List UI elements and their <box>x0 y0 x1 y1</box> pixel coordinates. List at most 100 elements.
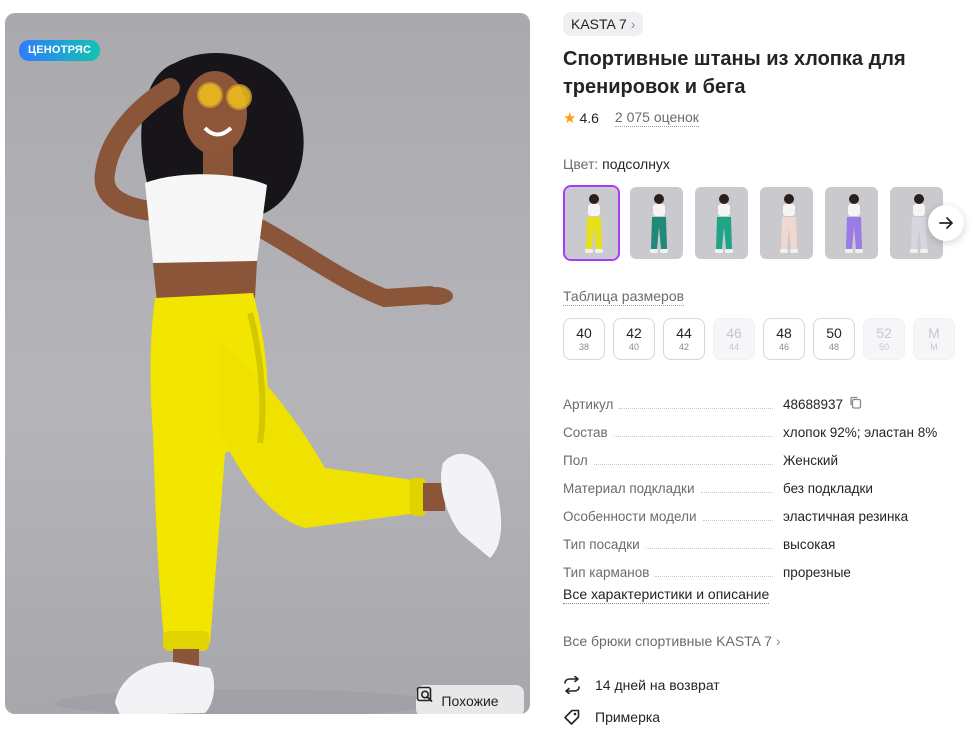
size-ru-label: 44 <box>728 342 739 352</box>
size-option[interactable]: 48 46 <box>763 318 805 360</box>
spec-row: Тип посадки высокая <box>563 530 943 558</box>
spec-value: без подкладки <box>783 481 873 496</box>
feature-return-label: 14 дней на возврат <box>595 677 720 693</box>
size-label: 44 <box>676 325 692 341</box>
color-thumbnail[interactable] <box>758 185 815 261</box>
reviews-link[interactable]: 2 075 оценок <box>614 109 699 127</box>
spec-row: Тип карманов прорезные <box>563 558 943 586</box>
similar-button[interactable]: Похожие <box>416 685 524 714</box>
spec-value-label: без подкладки <box>783 480 873 496</box>
color-thumbnail-image <box>825 187 878 259</box>
feature-fitting: Примерка <box>563 708 660 726</box>
spec-key: Состав <box>563 425 783 440</box>
spec-value-label: 48688937 <box>783 396 844 412</box>
color-thumbnail-image <box>630 187 683 259</box>
brand-name: KASTA 7 <box>571 16 627 32</box>
dotted-leader <box>619 407 773 409</box>
size-ru-label: M <box>930 342 938 352</box>
color-thumbnail[interactable] <box>628 185 685 261</box>
size-label: M <box>928 325 940 341</box>
size-ru-label: 38 <box>578 342 589 352</box>
size-label: 52 <box>876 325 892 341</box>
product-photo[interactable]: ЦЕНОТРЯС Похожие <box>5 13 530 714</box>
arrow-right-icon <box>939 217 953 229</box>
size-option[interactable]: 44 42 <box>663 318 705 360</box>
color-thumbnail-image <box>760 187 813 259</box>
star-icon: ★ <box>563 110 577 127</box>
spec-value: 48688937 <box>783 396 862 412</box>
color-thumbnail-image <box>695 187 748 259</box>
spec-key-label: Состав <box>563 424 608 440</box>
spec-key-label: Артикул <box>563 396 614 412</box>
size-label: 48 <box>776 325 792 341</box>
spec-key: Тип карманов <box>563 565 783 580</box>
size-label: 40 <box>576 325 592 341</box>
spec-value-label: Женский <box>783 452 839 468</box>
size-label: 50 <box>826 325 842 341</box>
return-arrows-icon <box>564 676 580 694</box>
spec-key-label: Тип карманов <box>563 564 650 580</box>
dotted-leader <box>700 491 773 493</box>
chevron-right-icon: › <box>630 16 636 32</box>
spec-row: Особенности модели эластичная резинка <box>563 502 943 530</box>
thumbnails-next-button[interactable] <box>928 205 964 241</box>
size-selector: 40 38 42 40 44 42 46 44 48 46 50 48 52 50 M M <box>563 318 955 360</box>
spec-key: Тип посадки <box>563 537 783 552</box>
size-option[interactable]: 50 48 <box>813 318 855 360</box>
size-option: 52 50 <box>863 318 905 360</box>
tag-icon <box>564 709 580 725</box>
spec-row: Пол Женский <box>563 446 943 474</box>
size-ru-label: 46 <box>778 342 789 352</box>
color-thumbnail[interactable] <box>693 185 750 261</box>
product-title: Спортивные штаны из хлопка для тренирово… <box>563 48 906 98</box>
spec-row: Материал подкладки без подкладки <box>563 474 943 502</box>
size-option[interactable]: 42 40 <box>613 318 655 360</box>
size-ru-label: 50 <box>878 342 889 352</box>
size-table-link[interactable]: Таблица размеров <box>563 288 685 306</box>
copy-icon[interactable] <box>849 396 862 412</box>
size-option: 46 44 <box>713 318 755 360</box>
spec-value-label: высокая <box>783 536 836 552</box>
rating-value: 4.6 <box>579 110 599 126</box>
spec-value-label: прорезные <box>783 564 851 580</box>
spec-value: хлопок 92%; эластан 8% <box>783 425 937 440</box>
size-option: MM <box>913 318 955 360</box>
spec-value: прорезные <box>783 565 851 580</box>
dotted-leader <box>593 463 773 465</box>
color-thumbnail-image <box>565 187 618 259</box>
spec-key-label: Материал подкладки <box>563 480 695 496</box>
size-label: 42 <box>626 325 642 341</box>
dotted-leader <box>613 435 773 437</box>
size-ru-label: 42 <box>678 342 689 352</box>
spec-key: Особенности модели <box>563 509 783 524</box>
chevron-right-icon: › <box>775 633 781 649</box>
brand-link[interactable]: KASTA 7 › <box>563 12 644 36</box>
image-search-icon <box>416 686 433 702</box>
all-brand-label: Все брюки спортивные KASTA 7 <box>563 633 772 649</box>
spec-row: Состав хлопок 92%; эластан 8% <box>563 418 943 446</box>
color-thumbnails <box>563 185 945 261</box>
spec-value: высокая <box>783 537 835 552</box>
size-option[interactable]: 40 38 <box>563 318 605 360</box>
color-thumbnail[interactable] <box>823 185 880 261</box>
color-caption: Цвет: <box>563 156 599 172</box>
spec-key-label: Тип посадки <box>563 536 640 552</box>
specs-list: Артикул 48688937 Состав хлопок 92%; эластан… <box>563 390 943 586</box>
dotted-leader <box>655 575 773 577</box>
all-brand-products-link[interactable]: Все брюки спортивные KASTA 7 › <box>563 633 781 649</box>
size-ru-label: 48 <box>828 342 839 352</box>
color-thumbnail[interactable] <box>563 185 620 261</box>
spec-row: Артикул 48688937 <box>563 390 943 418</box>
rating-block: ★ 4.6 2 075 оценок <box>563 109 699 127</box>
size-ru-label: 40 <box>628 342 639 352</box>
promo-badge: ЦЕНОТРЯС <box>19 40 101 61</box>
spec-value-label: хлопок 92%; эластан 8% <box>783 424 938 440</box>
spec-key: Артикул <box>563 397 783 412</box>
spec-value-label: эластичная резинка <box>783 508 909 524</box>
spec-value: эластичная резинка <box>783 509 908 524</box>
color-label: Цвет: подсолнух <box>563 156 670 172</box>
spec-value: Женский <box>783 453 838 468</box>
feature-return: 14 дней на возврат <box>563 676 720 694</box>
all-specs-link[interactable]: Все характеристики и описание <box>563 586 770 604</box>
dotted-leader <box>645 547 773 549</box>
